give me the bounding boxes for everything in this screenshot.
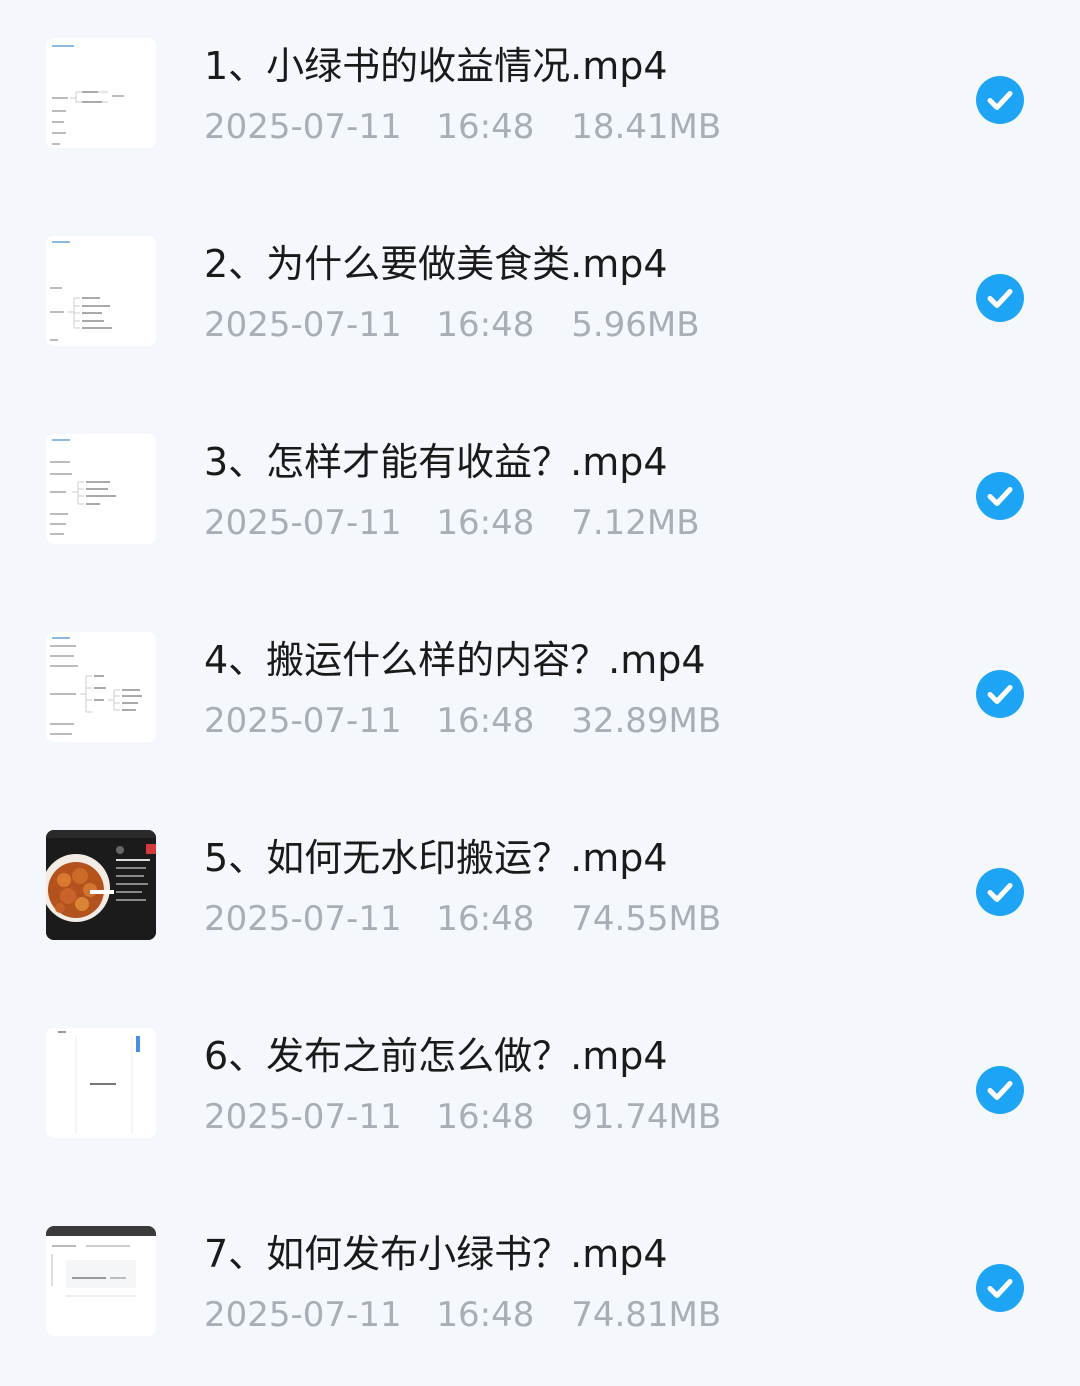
file-name: 4、搬运什么样的内容？.mp4	[204, 638, 706, 682]
file-meta: 2025-07-11 16:48 74.81MB	[204, 1293, 721, 1337]
mindmap-icon	[46, 236, 156, 346]
file-row[interactable]: 6、发布之前怎么做？.mp4 2025-07-11 16:48 91.74MB	[0, 990, 1080, 1188]
file-time: 16:48	[436, 1097, 535, 1137]
file-date: 2025-07-11	[204, 701, 402, 741]
file-row[interactable]: 4、搬运什么样的内容？.mp4 2025-07-11 16:48 32.89MB	[0, 594, 1080, 792]
file-size: 18.41MB	[571, 107, 722, 147]
mindmap-icon	[46, 632, 156, 742]
selected-check-icon[interactable]	[976, 76, 1024, 124]
food-video-icon	[46, 830, 156, 940]
file-name: 2、为什么要做美食类.mp4	[204, 242, 668, 286]
file-meta: 2025-07-11 16:48 5.96MB	[204, 303, 700, 347]
file-size: 74.81MB	[571, 1295, 722, 1335]
file-row[interactable]: 3、怎样才能有收益？.mp4 2025-07-11 16:48 7.12MB	[0, 396, 1080, 594]
selected-check-icon[interactable]	[976, 472, 1024, 520]
file-name: 6、发布之前怎么做？.mp4	[204, 1034, 668, 1078]
file-name: 5、如何无水印搬运？.mp4	[204, 836, 668, 880]
file-meta: 2025-07-11 16:48 74.55MB	[204, 897, 721, 941]
file-row[interactable]: 5、如何无水印搬运？.mp4 2025-07-11 16:48 74.55MB	[0, 792, 1080, 990]
file-name: 1、小绿书的收益情况.mp4	[204, 44, 668, 88]
file-list: 1、小绿书的收益情况.mp4 2025-07-11 16:48 18.41MB	[0, 0, 1080, 1336]
selected-check-icon[interactable]	[976, 868, 1024, 916]
file-meta: 2025-07-11 16:48 91.74MB	[204, 1095, 721, 1139]
file-row[interactable]: 7、如何发布小绿书？.mp4 2025-07-11 16:48 74.81MB	[0, 1188, 1080, 1386]
file-time: 16:48	[436, 305, 535, 345]
file-meta: 2025-07-11 16:48 18.41MB	[204, 105, 721, 149]
document-icon	[46, 1028, 156, 1138]
file-size: 91.74MB	[571, 1097, 722, 1137]
file-date: 2025-07-11	[204, 1097, 402, 1137]
file-date: 2025-07-11	[204, 503, 402, 543]
mindmap-icon	[46, 38, 156, 148]
file-name: 7、如何发布小绿书？.mp4	[204, 1232, 668, 1276]
file-size: 5.96MB	[571, 305, 700, 345]
file-time: 16:48	[436, 503, 535, 543]
file-row[interactable]: 2、为什么要做美食类.mp4 2025-07-11 16:48 5.96MB	[0, 198, 1080, 396]
selected-check-icon[interactable]	[976, 1264, 1024, 1312]
file-meta: 2025-07-11 16:48 32.89MB	[204, 699, 721, 743]
dark-header-doc-icon	[46, 1226, 156, 1336]
file-date: 2025-07-11	[204, 899, 402, 939]
mindmap-icon	[46, 434, 156, 544]
file-time: 16:48	[436, 701, 535, 741]
file-meta: 2025-07-11 16:48 7.12MB	[204, 501, 700, 545]
file-time: 16:48	[436, 107, 535, 147]
selected-check-icon[interactable]	[976, 274, 1024, 322]
file-date: 2025-07-11	[204, 305, 402, 345]
file-size: 7.12MB	[571, 503, 700, 543]
file-size: 74.55MB	[571, 899, 722, 939]
file-date: 2025-07-11	[204, 107, 402, 147]
file-date: 2025-07-11	[204, 1295, 402, 1335]
file-time: 16:48	[436, 899, 535, 939]
file-time: 16:48	[436, 1295, 535, 1335]
selected-check-icon[interactable]	[976, 670, 1024, 718]
file-name: 3、怎样才能有收益？.mp4	[204, 440, 668, 484]
file-row[interactable]: 1、小绿书的收益情况.mp4 2025-07-11 16:48 18.41MB	[0, 0, 1080, 198]
selected-check-icon[interactable]	[976, 1066, 1024, 1114]
file-size: 32.89MB	[571, 701, 722, 741]
